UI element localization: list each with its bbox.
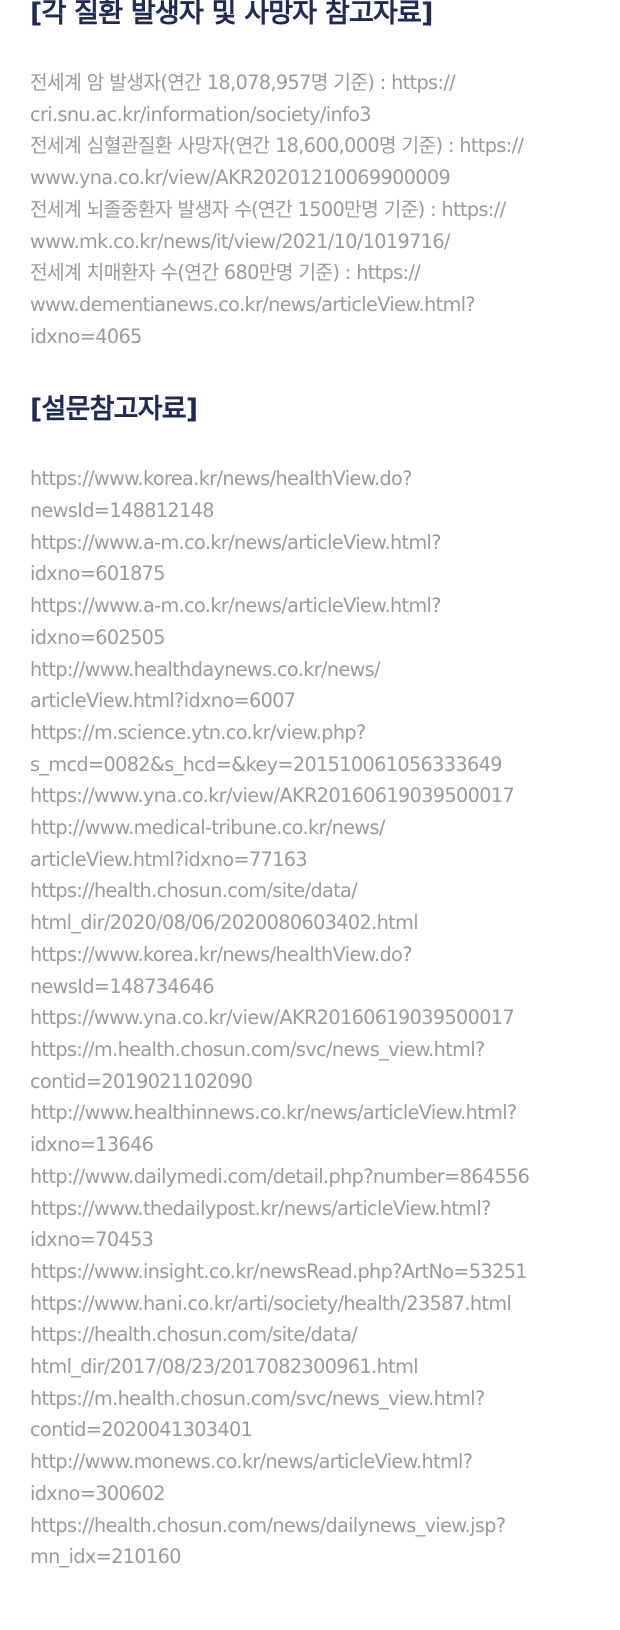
reference-line: 전세계 심혈관질환 사망자(연간 18,600,000명 기준) : https… [30, 134, 524, 158]
reference-line: html_dir/2017/08/23/2017082300961.html [30, 1355, 419, 1379]
reference-line: https://www.yna.co.kr/view/AKR2016061903… [30, 784, 515, 808]
reference-line: idxno=602505 [30, 625, 165, 649]
reference-line: html_dir/2020/08/06/2020080603402.html [30, 911, 419, 935]
reference-line: https://health.chosun.com/site/data/ [30, 879, 358, 903]
reference-line: newsId=148812148 [30, 499, 214, 523]
reference-line: http://www.medical-tribune.co.kr/news/ [30, 816, 385, 840]
reference-line: idxno=601875 [30, 562, 165, 586]
reference-line: https://health.chosun.com/news/dailynews… [30, 1513, 506, 1537]
reference-line: https://www.a-m.co.kr/news/articleView.h… [30, 594, 441, 618]
reference-item: https://health.chosun.com/site/data/ htm… [30, 1319, 600, 1382]
reference-line: idxno=70453 [30, 1228, 154, 1252]
reference-line: http://www.monews.co.kr/news/articleView… [30, 1450, 473, 1474]
reference-item: https://www.thedailypost.kr/news/article… [30, 1193, 600, 1256]
reference-line: newsId=148734646 [30, 974, 214, 998]
reference-line: idxno=4065 [30, 324, 142, 348]
reference-item: 전세계 암 발생자(연간 18,078,957명 기준) : https:// … [30, 67, 600, 130]
survey-references-title: [설문참고자료] [30, 394, 198, 426]
reference-item: 전세계 치매환자 수(연간 680만명 기준) : https:// www.d… [30, 257, 600, 352]
disease-references-title: [각 질환 발생자 및 사망자 참고자료] [30, 0, 433, 29]
reference-line: 전세계 뇌졸중환자 발생자 수(연간 1500만명 기준) : https:// [30, 197, 506, 221]
reference-item: https://www.insight.co.kr/newsRead.php?A… [30, 1256, 600, 1288]
reference-line: https://m.health.chosun.com/svc/news_vie… [30, 1386, 485, 1410]
reference-page: [각 질환 발생자 및 사망자 참고자료] 전세계 암 발생자(연간 18,07… [30, 0, 600, 1573]
reference-line: articleView.html?idxno=77163 [30, 847, 308, 871]
reference-line: www.yna.co.kr/view/AKR20201210069900009 [30, 166, 451, 190]
reference-line: http://www.healthinnews.co.kr/news/artic… [30, 1101, 517, 1125]
reference-line: idxno=300602 [30, 1481, 165, 1505]
reference-item: http://www.medical-tribune.co.kr/news/ a… [30, 812, 600, 875]
reference-item: 전세계 심혈관질환 사망자(연간 18,600,000명 기준) : https… [30, 130, 600, 193]
reference-item: http://www.healthinnews.co.kr/news/artic… [30, 1097, 600, 1160]
reference-item: https://www.korea.kr/news/healthView.do?… [30, 939, 600, 1002]
reference-item: https://www.a-m.co.kr/news/articleView.h… [30, 590, 600, 653]
reference-line: cri.snu.ac.kr/information/society/info3 [30, 102, 372, 126]
reference-item: https://www.korea.kr/news/healthView.do?… [30, 463, 600, 526]
reference-line: https://www.korea.kr/news/healthView.do? [30, 467, 412, 491]
reference-line: https://m.health.chosun.com/svc/news_vie… [30, 1037, 485, 1061]
reference-line: www.mk.co.kr/news/it/view/2021/10/101971… [30, 229, 450, 253]
reference-line: https://www.hani.co.kr/arti/society/heal… [30, 1291, 512, 1315]
reference-item: http://www.healthdaynews.co.kr/news/ art… [30, 654, 600, 717]
reference-item: https://www.hani.co.kr/arti/society/heal… [30, 1288, 600, 1320]
reference-item: https://m.health.chosun.com/svc/news_vie… [30, 1383, 600, 1446]
reference-item: https://m.health.chosun.com/svc/news_vie… [30, 1034, 600, 1097]
reference-line: https://www.korea.kr/news/healthView.do? [30, 942, 412, 966]
reference-line: https://www.thedailypost.kr/news/article… [30, 1196, 491, 1220]
survey-reference-list: https://www.korea.kr/news/healthView.do?… [30, 463, 600, 1573]
reference-line: contid=2020041303401 [30, 1418, 253, 1442]
reference-line: http://www.dailymedi.com/detail.php?numb… [30, 1164, 530, 1188]
reference-item: https://www.yna.co.kr/view/AKR2016061903… [30, 780, 600, 812]
reference-line: https://health.chosun.com/site/data/ [30, 1323, 358, 1347]
reference-item: https://www.a-m.co.kr/news/articleView.h… [30, 527, 600, 590]
reference-line: 전세계 치매환자 수(연간 680만명 기준) : https:// [30, 261, 421, 285]
reference-line: idxno=13646 [30, 1133, 154, 1157]
reference-line: https://www.yna.co.kr/view/AKR2016061903… [30, 1006, 515, 1030]
reference-item: https://health.chosun.com/news/dailynews… [30, 1510, 600, 1573]
reference-item: http://www.dailymedi.com/detail.php?numb… [30, 1161, 600, 1193]
reference-item: https://www.yna.co.kr/view/AKR2016061903… [30, 1002, 600, 1034]
reference-line: http://www.healthdaynews.co.kr/news/ [30, 657, 381, 681]
reference-item: https://m.science.ytn.co.kr/view.php? s_… [30, 717, 600, 780]
reference-line: https://www.a-m.co.kr/news/articleView.h… [30, 530, 441, 554]
reference-line: s_mcd=0082&s_hcd=&key=201510061056333649 [30, 752, 502, 776]
reference-line: mn_idx=210160 [30, 1545, 181, 1569]
reference-line: https://m.science.ytn.co.kr/view.php? [30, 720, 366, 744]
reference-item: http://www.monews.co.kr/news/articleView… [30, 1446, 600, 1509]
reference-item: 전세계 뇌졸중환자 발생자 수(연간 1500만명 기준) : https://… [30, 194, 600, 257]
reference-line: https://www.insight.co.kr/newsRead.php?A… [30, 1259, 528, 1283]
reference-line: articleView.html?idxno=6007 [30, 689, 296, 713]
reference-line: 전세계 암 발생자(연간 18,078,957명 기준) : https:// [30, 71, 456, 94]
reference-line: contid=2019021102090 [30, 1069, 253, 1093]
reference-line: www.dementianews.co.kr/news/articleView.… [30, 292, 476, 316]
reference-item: https://health.chosun.com/site/data/ htm… [30, 875, 600, 938]
disease-reference-list: 전세계 암 발생자(연간 18,078,957명 기준) : https:// … [30, 67, 600, 352]
